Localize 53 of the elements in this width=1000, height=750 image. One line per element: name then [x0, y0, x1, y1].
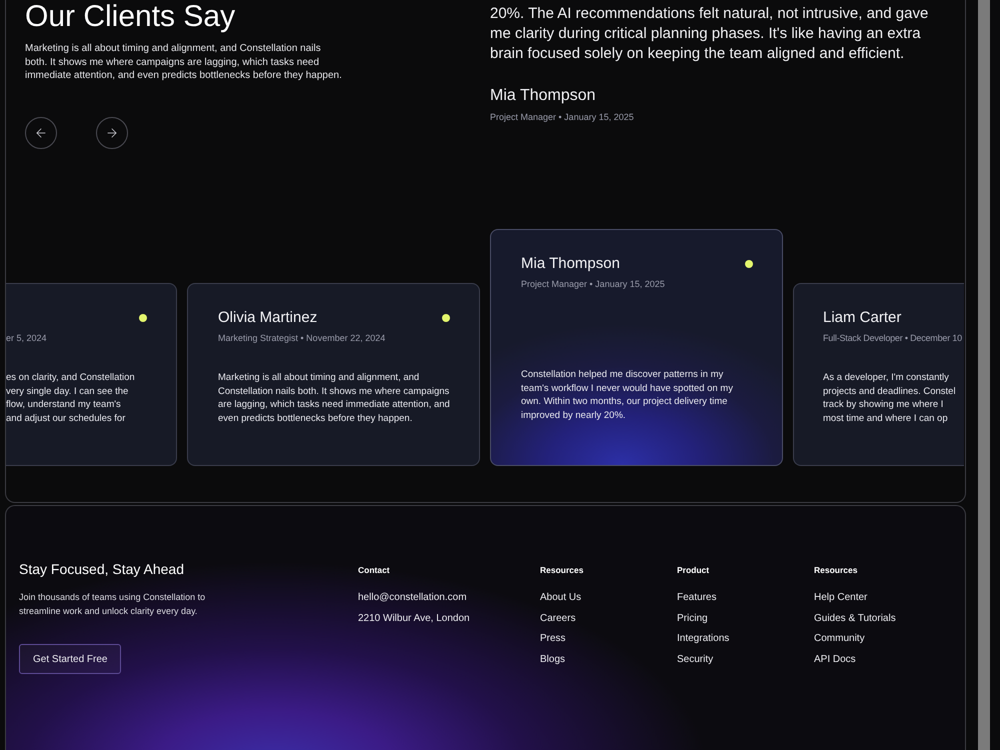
author-meta: Marketing Strategist • November 22, 2024 [218, 332, 386, 344]
testimonial-card[interactable]: Liam Carter Full-Stack Developer • December 10 As a developer, I'm constantly projects and deadlines. Constel track by showing me where I most time and where I can op [793, 283, 964, 466]
footer-link[interactable]: Careers [540, 612, 576, 626]
intro-text: Marketing is all about timing and alignment, and Constellation nails both. It shows me where campaigns are lagging, which tasks need immediate attention, and even predicts bottlenecks before they happen. [25, 42, 343, 82]
footer-link[interactable]: API Docs [814, 652, 856, 666]
testimonial-text: Constellation helped me discover patterns in my team's workflow I never would have spotted on my own. Within two months, our project delivery time improved by nearly 20%. [521, 368, 734, 422]
footer-link[interactable]: Guides & Tutorials [814, 612, 896, 626]
footer-link[interactable]: Press [540, 632, 566, 646]
dot-icon [139, 314, 147, 322]
testimonial-card[interactable]: er 5, 2024 es on clarity, and Constellation very single day. I can see the flow, understand my team's and adjust our schedules for [6, 283, 177, 466]
footer-link[interactable]: Community [814, 632, 865, 646]
footer-link[interactable]: Features [677, 591, 716, 605]
author-meta: Project Manager • January 15, 2025 [521, 278, 666, 290]
footer-title: Stay Focused, Stay Ahead [19, 561, 184, 577]
testimonial-text: projects and deadlines. Constel [823, 384, 957, 398]
testimonial-card[interactable] [187, 283, 480, 466]
footer-link[interactable]: hello@constellation.com [358, 591, 467, 605]
testimonial-text: es on clarity, and Constellation [6, 371, 136, 384]
footer-link[interactable]: Blogs [540, 652, 566, 666]
author-meta: Full-Stack Developer • December 10 [823, 332, 963, 344]
next-button[interactable] [96, 116, 128, 148]
quote-text: 20%. The AI recommendations felt natural, not intrusive, and gave me clarity during critical planning phases. It's like having an extra brain focused solely on keeping the team aligned and efficient. [490, 4, 930, 64]
author-name: Olivia Martinez [218, 309, 318, 327]
testimonial-text: flow, understand my team's [6, 398, 122, 412]
footer-description: Join thousands of teams using Constellation to streamline work and unlock clarity every day. [19, 591, 206, 618]
footer-link[interactable]: Security [677, 652, 714, 666]
column-heading: Contact [358, 564, 390, 576]
dot-icon [442, 314, 450, 322]
column-heading: Resources [540, 564, 584, 576]
column-heading: Resources [814, 564, 858, 576]
testimonial-text: Marketing is all about timing and alignment, and Constellation nails both. It shows me where campaigns are lagging, which tasks need immediate attention, and even predicts bottlenecks before they happen. [218, 371, 450, 425]
previous-button[interactable] [25, 116, 57, 148]
author-name: Liam Carter [823, 309, 902, 327]
testimonial-text: and adjust our schedules for [6, 412, 126, 425]
testimonial-text: track by showing me where I [823, 398, 944, 412]
testimonial-text: most time and where I can op [823, 412, 949, 425]
section-heading: Our Clients Say [25, 0, 236, 34]
get-started-button[interactable]: Get Started Free [19, 644, 122, 674]
author-meta: er 5, 2024 [6, 332, 48, 344]
author-meta: Project Manager • January 15, 2025 [490, 111, 635, 123]
testimonial-card[interactable] [490, 229, 783, 466]
author-name: Mia Thompson [490, 86, 597, 106]
footer-link[interactable]: Pricing [677, 612, 708, 626]
footer-link[interactable]: Integrations [677, 632, 730, 646]
scrollbar[interactable] [978, 0, 990, 750]
testimonial-text: very single day. I can see the [6, 384, 130, 398]
footer-link[interactable]: About Us [540, 591, 582, 605]
column-heading: Product [677, 564, 710, 576]
footer-link[interactable]: 2210 Wilbur Ave, London [358, 612, 470, 626]
footer-link[interactable]: Help Center [814, 591, 868, 605]
dot-icon [745, 260, 753, 268]
author-name: Mia Thompson [521, 255, 620, 273]
testimonial-text: As a developer, I'm constantly [823, 371, 950, 384]
